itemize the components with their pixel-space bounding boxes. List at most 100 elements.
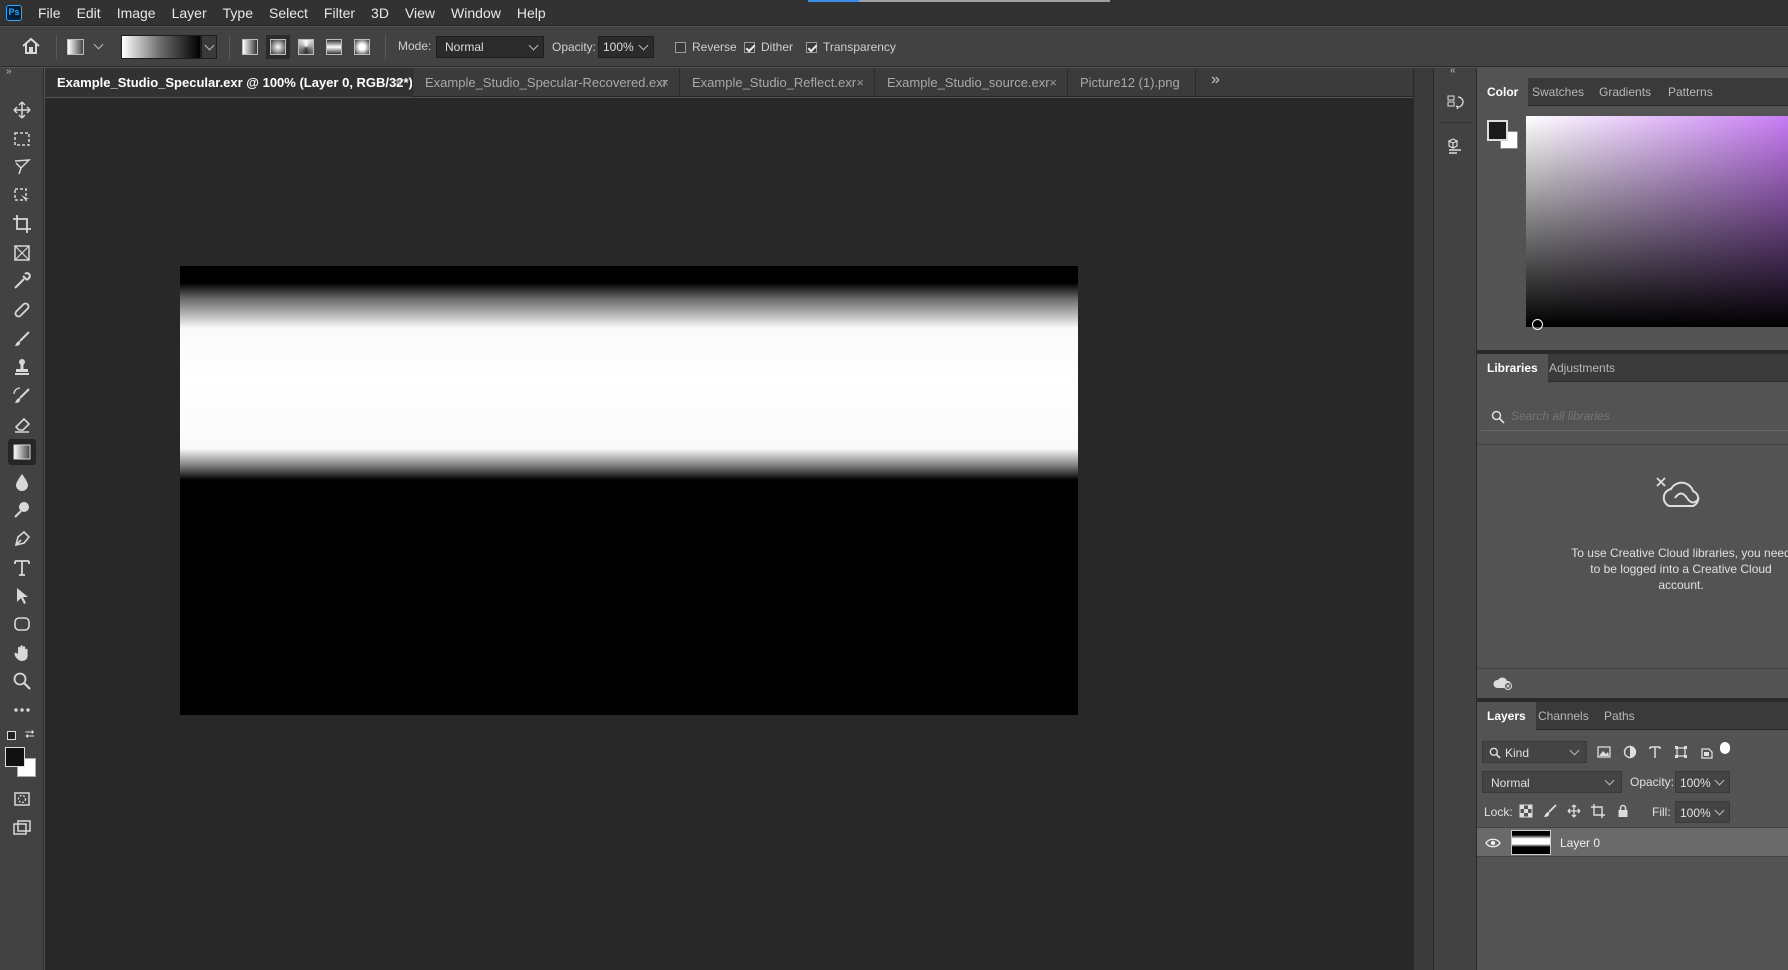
doc-tab-active[interactable]: Example_Studio_Specular.exr @ 100% (Laye… [45,68,413,97]
tab-gradients[interactable]: Gradients [1589,78,1661,106]
tab-channels[interactable]: Channels [1528,702,1599,730]
filter-adjustment-button[interactable] [1620,742,1640,762]
pen-tool[interactable] [8,526,36,552]
cloud-sync-off-icon[interactable] [1493,676,1513,690]
object-select-tool[interactable] [8,183,36,209]
reflected-gradient-button[interactable] [326,39,342,55]
blend-mode-select[interactable]: Normal [1482,771,1622,793]
collapse-chevrons-icon[interactable]: » [6,66,12,77]
transparency-checkbox[interactable]: Transparency [806,40,896,54]
document-canvas[interactable] [180,266,1078,715]
lock-artboard-button[interactable] [1588,801,1608,821]
tabs-overflow-icon[interactable]: » [1211,71,1220,89]
eraser-tool[interactable] [8,411,36,437]
reverse-checkbox[interactable]: Reverse [675,40,737,54]
frame-tool[interactable] [8,240,36,266]
tab-libraries[interactable]: Libraries [1477,354,1548,382]
eye-icon[interactable] [1485,838,1501,848]
linear-gradient-button[interactable] [242,39,258,55]
radial-gradient-button[interactable] [270,39,286,55]
swap-colors-icon[interactable]: ⮂ [25,727,35,742]
close-icon[interactable]: × [661,68,669,97]
tab-patterns[interactable]: Patterns [1658,78,1723,106]
marquee-tool[interactable] [8,126,36,152]
lasso-tool[interactable] [8,154,36,180]
eyedropper-tool[interactable] [8,268,36,294]
filter-pixel-button[interactable] [1594,742,1614,762]
type-tool[interactable] [8,554,36,580]
lock-image-pixels-button[interactable] [1540,801,1560,821]
more-tools[interactable] [8,697,36,723]
shape-tool[interactable] [8,611,36,637]
home-button[interactable] [20,36,44,58]
menu-file[interactable]: File [30,0,69,26]
gradient-editor-swatch[interactable] [121,35,201,59]
close-icon[interactable]: × [856,68,864,97]
panel-foreground-swatch[interactable] [1487,120,1508,141]
close-icon[interactable]: × [1049,68,1057,97]
dodge-tool[interactable] [8,497,36,523]
doc-tab[interactable]: Example_Studio_source.exr × [875,68,1068,97]
properties-panel-button[interactable] [1445,136,1465,156]
dither-checkbox[interactable]: Dither [744,40,793,54]
healing-brush-tool[interactable] [8,297,36,323]
foreground-color-swatch[interactable] [5,747,25,767]
layer-opacity-field[interactable]: 100% [1675,771,1730,793]
menu-filter[interactable]: Filter [316,0,363,26]
quick-mask-button[interactable] [8,786,36,812]
library-search-input[interactable] [1511,407,1781,425]
history-brush-tool[interactable] [8,383,36,409]
brush-tool[interactable] [8,326,36,352]
menu-image[interactable]: Image [109,0,164,26]
menu-layer[interactable]: Layer [164,0,215,26]
opacity-field[interactable]: 100% [598,36,654,58]
gradient-picker-dropdown[interactable] [201,35,217,59]
hand-tool[interactable] [8,640,36,666]
default-colors-icon[interactable] [7,731,16,740]
tab-paths[interactable]: Paths [1594,702,1645,730]
screen-mode-button[interactable] [8,815,36,841]
gradient-tool[interactable] [8,439,36,465]
mode-select[interactable]: Normal [436,36,544,58]
history-panel-button[interactable] [1445,93,1465,113]
doc-tab[interactable]: Example_Studio_Specular-Recovered.exr × [413,68,680,97]
lock-transparent-pixels-button[interactable] [1516,801,1536,821]
tab-adjustments[interactable]: Adjustments [1539,354,1625,382]
menu-type[interactable]: Type [215,0,261,26]
zoom-tool[interactable] [8,668,36,694]
menu-help[interactable]: Help [509,0,554,26]
layer-fill-field[interactable]: 100% [1675,801,1730,823]
move-tool[interactable] [8,97,36,123]
canvas-area[interactable] [45,98,1413,970]
tab-layers[interactable]: Layers [1477,702,1536,730]
menu-edit[interactable]: Edit [69,0,109,26]
tab-color[interactable]: Color [1477,78,1529,106]
menu-view[interactable]: View [397,0,443,26]
filter-smart-object-button[interactable] [1697,742,1717,762]
close-icon[interactable]: × [394,68,402,97]
lock-position-button[interactable] [1564,801,1584,821]
library-search-bar[interactable] [1481,401,1788,431]
filter-type-button[interactable] [1645,742,1665,762]
menu-window[interactable]: Window [443,0,509,26]
filter-toggle-icon[interactable] [1720,742,1730,754]
layer-row[interactable]: Layer 0 [1477,827,1788,857]
menu-bar: Ps File Edit Image Layer Type Select Fil… [0,0,1788,26]
expand-panels-icon[interactable]: « [1450,65,1456,76]
path-select-tool[interactable] [8,583,36,609]
doc-tab[interactable]: Picture12 (1).png [1068,68,1196,97]
blur-tool[interactable] [8,469,36,495]
filter-shape-button[interactable] [1671,742,1691,762]
color-field-picker[interactable] [1526,116,1788,330]
clone-stamp-tool[interactable] [8,354,36,380]
layer-filter-select[interactable]: Kind [1482,741,1587,763]
menu-3d[interactable]: 3D [363,0,397,26]
tab-swatches[interactable]: Swatches [1522,78,1594,106]
tool-preset-picker[interactable] [67,37,107,57]
doc-tab[interactable]: Example_Studio_Reflect.exr × [680,68,875,97]
angle-gradient-button[interactable] [298,39,314,55]
diamond-gradient-button[interactable] [354,39,370,55]
menu-select[interactable]: Select [261,0,316,26]
crop-tool[interactable] [8,211,36,237]
lock-all-button[interactable] [1613,801,1633,821]
